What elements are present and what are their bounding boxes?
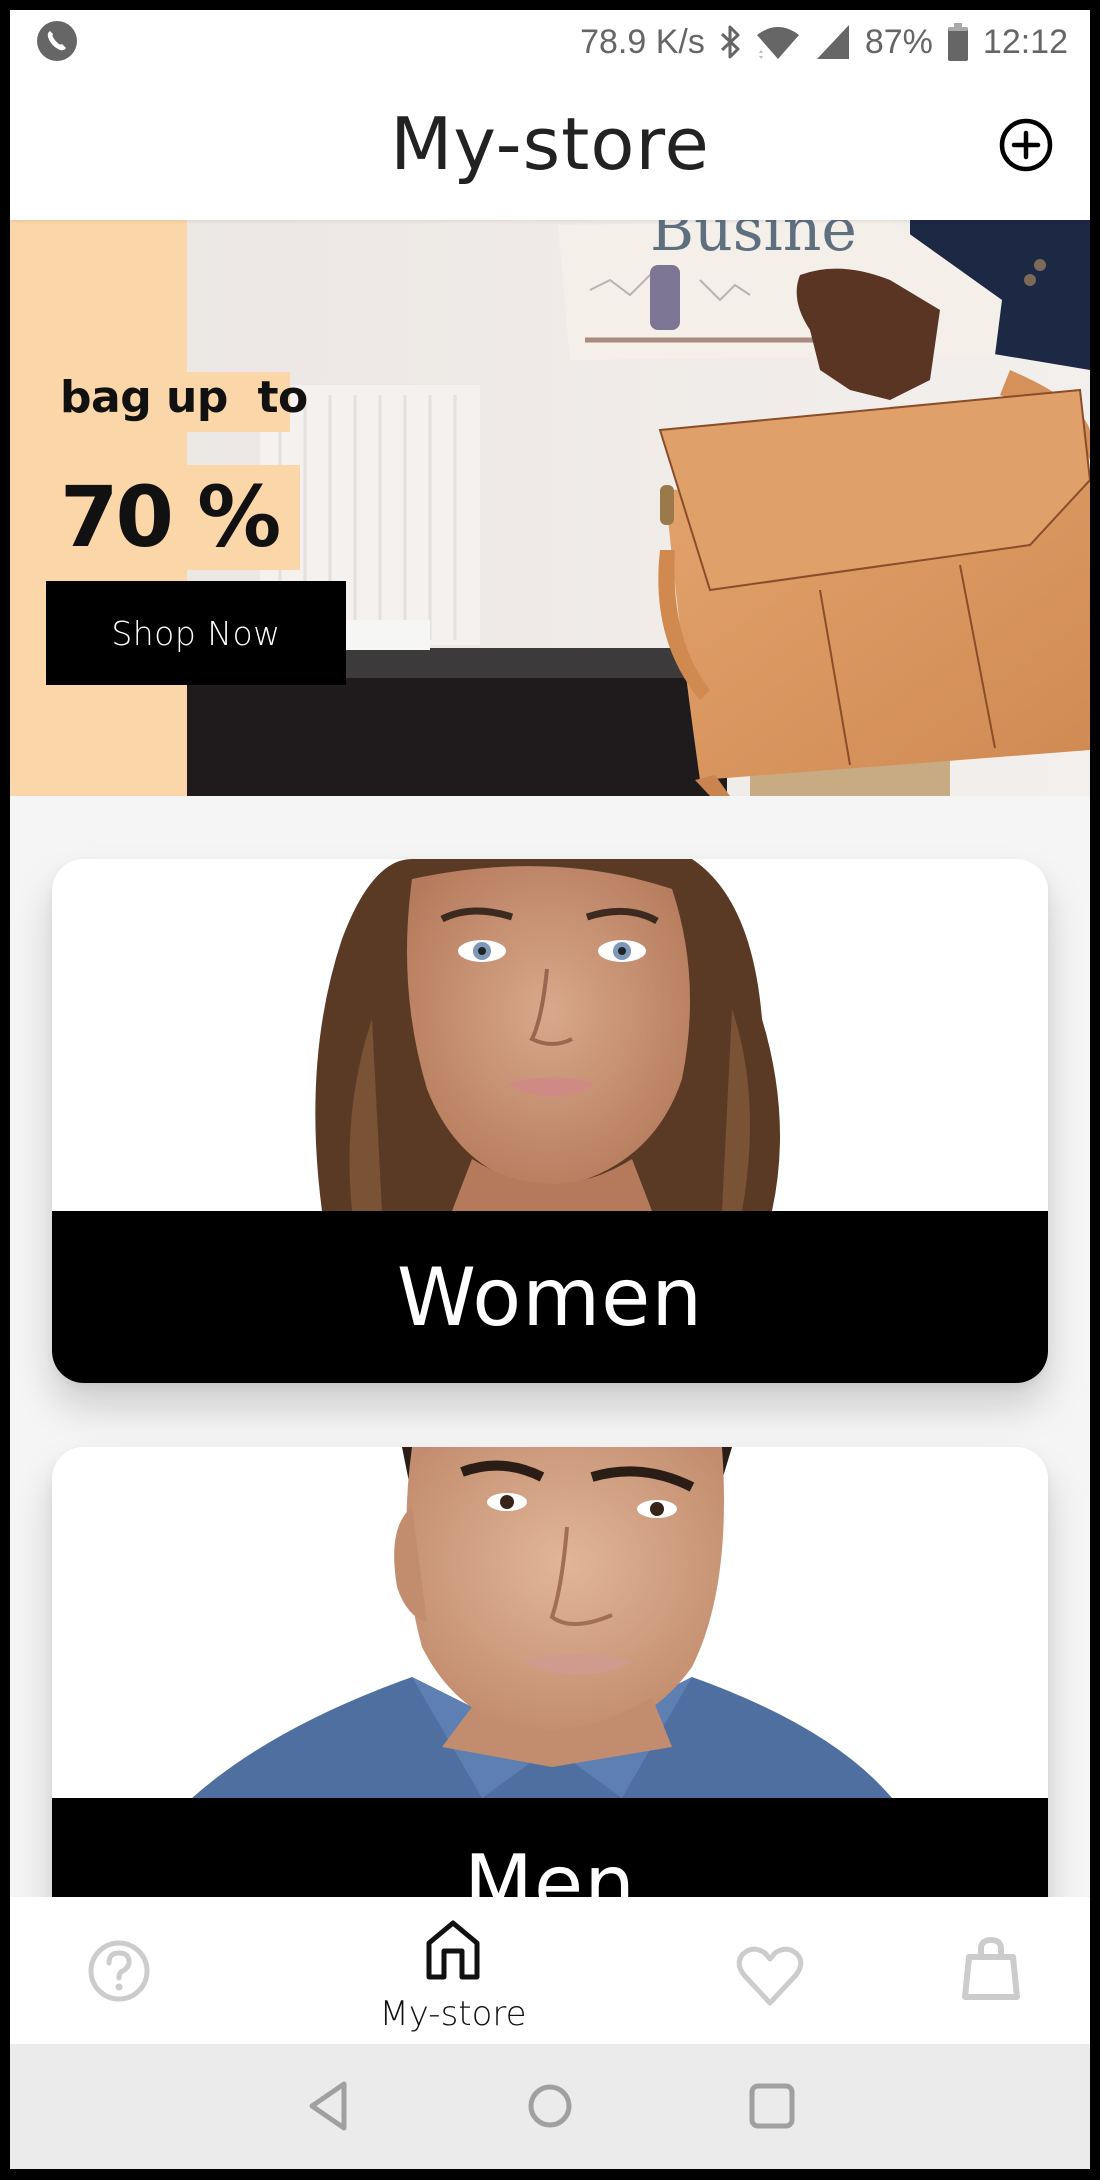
app-header: My-store [10, 74, 1090, 220]
app-title: My-store [390, 102, 710, 186]
home-circle-icon[interactable] [520, 2076, 580, 2136]
cell-signal-icon [816, 25, 849, 59]
promo-banner[interactable]: Busine bag up to 70 % Shop Now [10, 220, 1090, 796]
category-card-women[interactable]: Women [52, 859, 1048, 1383]
network-speed: 78.9 K/s [580, 22, 705, 61]
system-navigation-bar [10, 2044, 1090, 2169]
tab-favorites[interactable] [695, 1897, 845, 2044]
category-card-men[interactable]: Men [52, 1447, 1048, 1971]
phone-call-icon [37, 21, 77, 61]
wifi-icon [756, 27, 799, 59]
banner-headline: bag up to [60, 372, 308, 423]
women-photo [52, 859, 1048, 1211]
battery-percent: 87% [864, 22, 933, 61]
banner-discount: 70 % [60, 468, 281, 566]
tab-bag[interactable] [908, 1897, 1058, 2044]
category-label-band: Women [52, 1211, 1048, 1383]
bluetooth-icon [720, 25, 740, 59]
add-circle-icon[interactable] [998, 117, 1054, 173]
help-circle-icon [88, 1940, 150, 2002]
category-label: Women [396, 1250, 704, 1344]
tab-help[interactable] [42, 1897, 192, 2044]
men-photo [52, 1447, 1048, 1799]
tab-home-label: My-store [379, 1994, 527, 2034]
status-bar: 78.9 K/s 87% 12:12 [10, 10, 1090, 74]
svg-text:Busine: Busine [650, 220, 857, 265]
back-icon[interactable] [300, 2076, 360, 2136]
heart-icon [736, 1946, 804, 2006]
phone-screen: 78.9 K/s 87% 12:12 My-store Busine bag u… [10, 10, 1090, 2169]
shop-now-button[interactable]: Shop Now [46, 581, 346, 685]
bottom-tab-bar: My-store [10, 1897, 1090, 2044]
shopping-bag-icon [962, 1937, 1020, 2000]
home-icon [426, 1920, 480, 1980]
tab-home[interactable]: My-store [368, 1897, 538, 2044]
clock: 12:12 [982, 22, 1068, 61]
battery-icon [947, 23, 968, 61]
recents-icon[interactable] [742, 2076, 802, 2136]
